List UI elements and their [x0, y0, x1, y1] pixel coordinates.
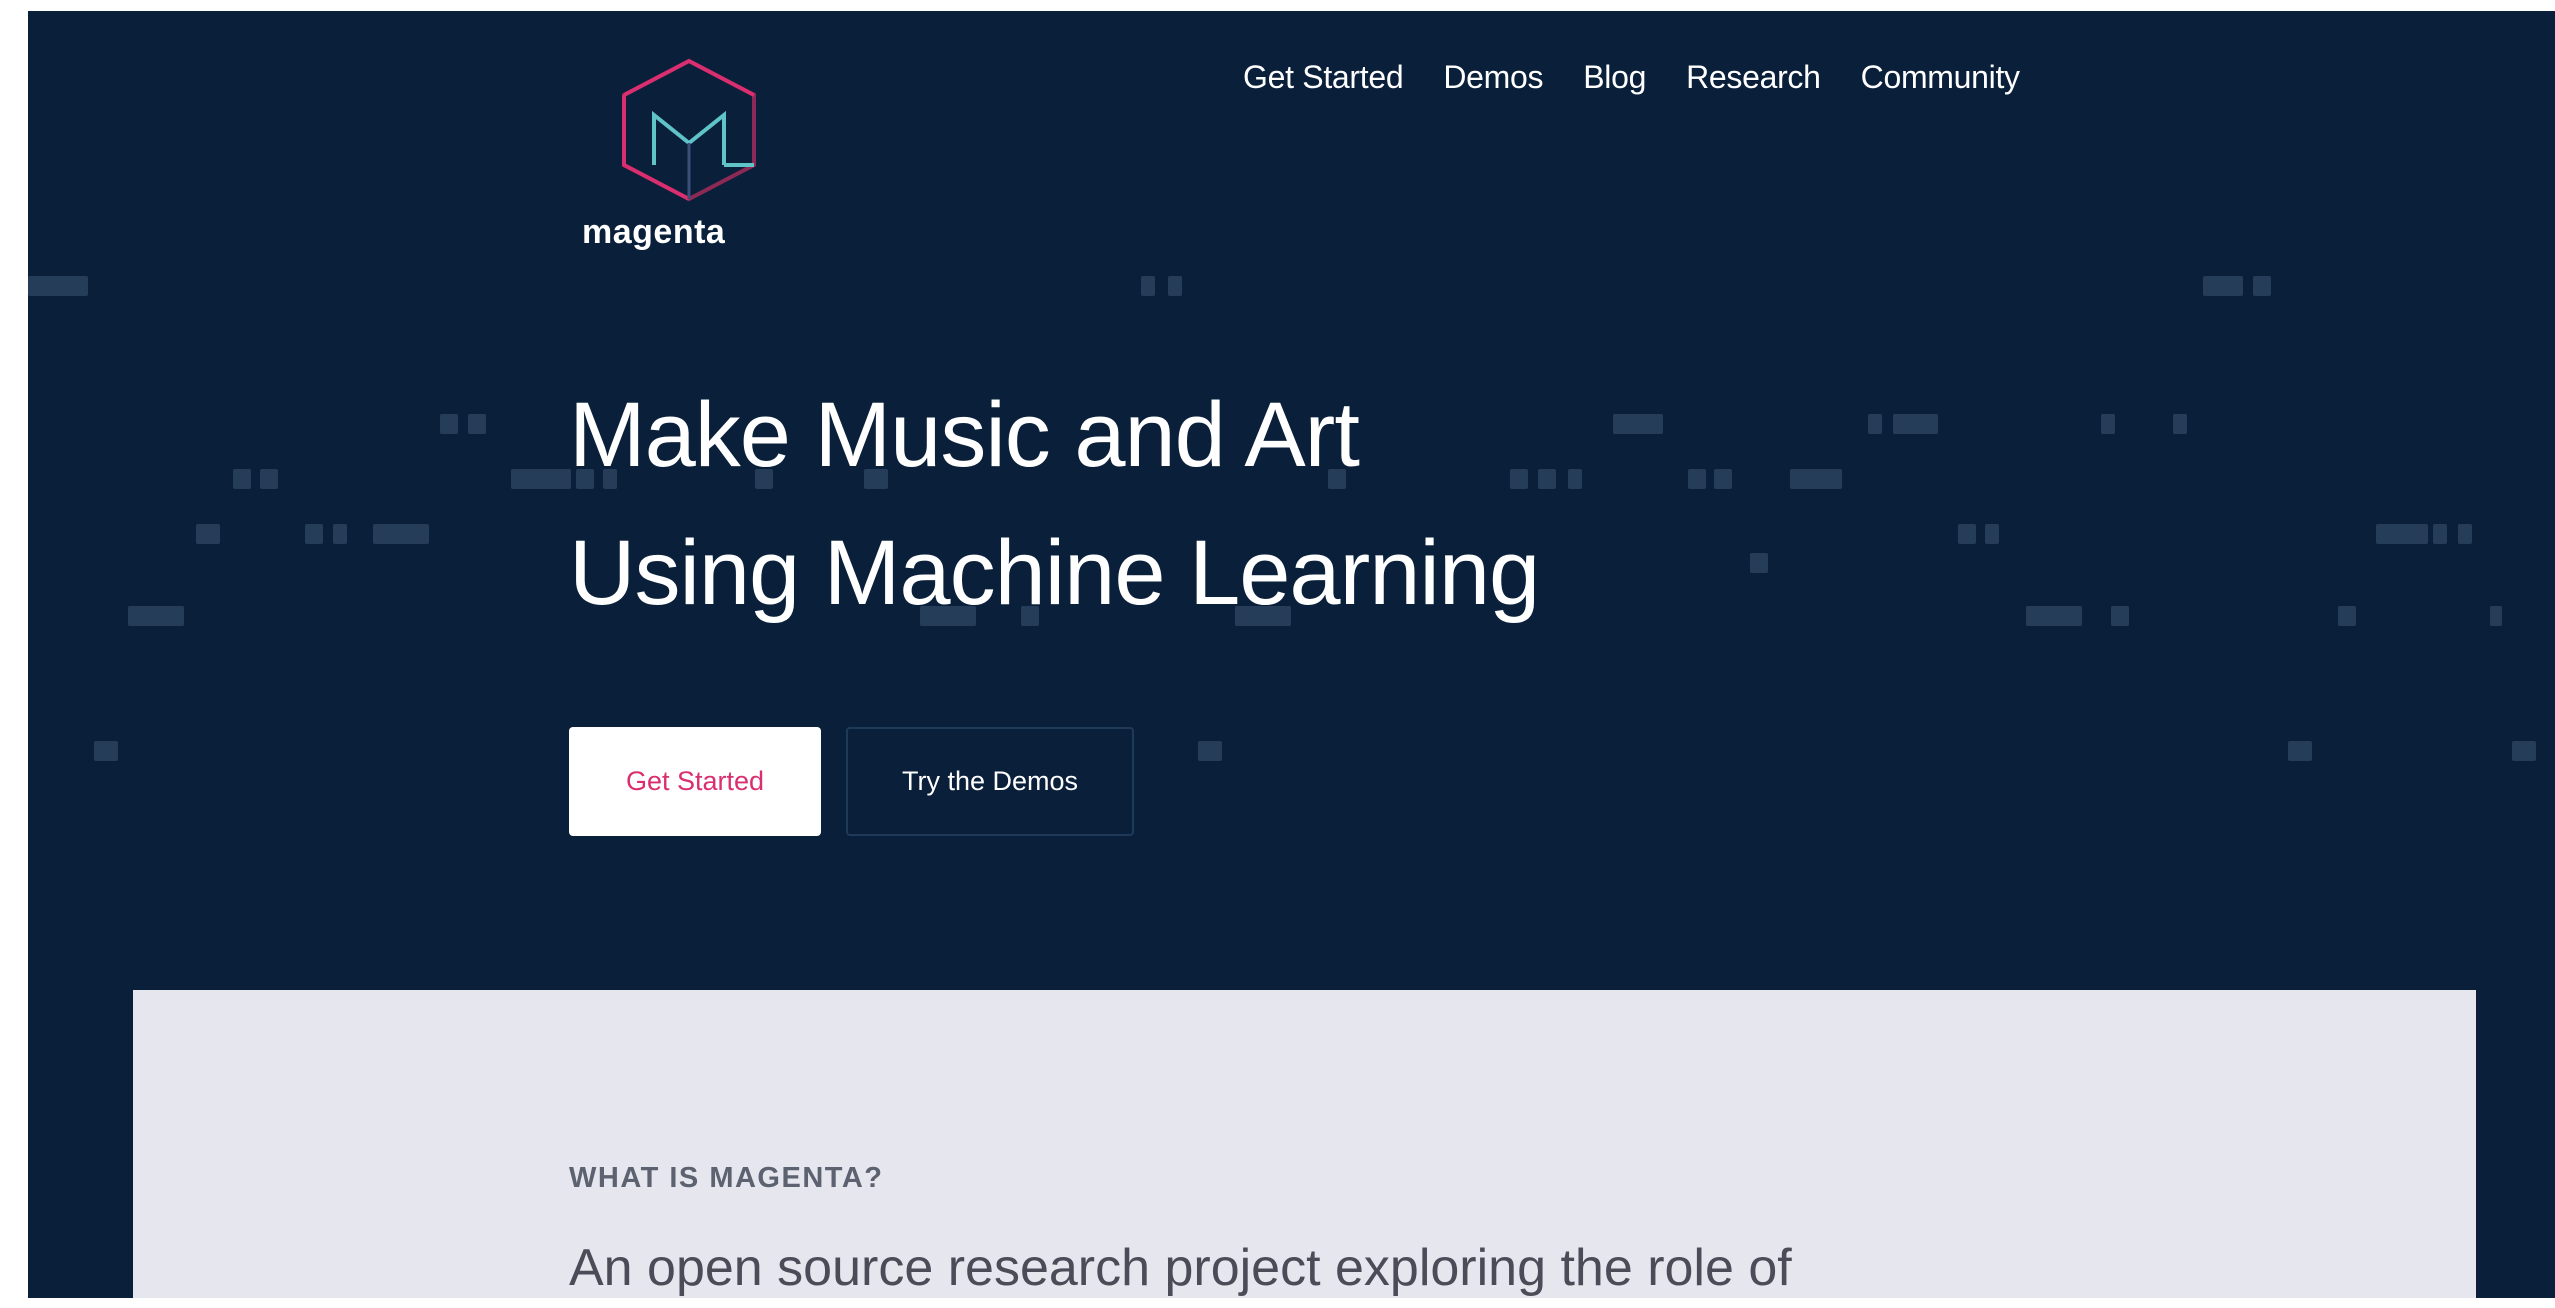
piano-roll-note [1568, 469, 1582, 489]
piano-roll-note [2458, 524, 2472, 544]
piano-roll-note [1714, 469, 1732, 489]
piano-roll-note [440, 414, 458, 434]
piano-roll-note [233, 469, 251, 489]
get-started-button[interactable]: Get Started [569, 727, 821, 836]
piano-roll-note [2253, 276, 2271, 296]
piano-roll-note [196, 524, 220, 544]
piano-roll-note [1141, 276, 1155, 296]
piano-roll-note [1893, 414, 1938, 434]
hero-headline-line-2: Using Machine Learning [569, 522, 1540, 624]
piano-roll-note [2203, 276, 2243, 296]
piano-roll-note [1985, 524, 1999, 544]
piano-roll-note [1198, 741, 1222, 761]
nav-blog[interactable]: Blog [1583, 59, 1646, 96]
piano-roll-note [2338, 606, 2356, 626]
piano-roll-note [2111, 606, 2129, 626]
piano-roll-note [468, 414, 486, 434]
piano-roll-note [2101, 414, 2115, 434]
piano-roll-note [1958, 524, 1976, 544]
page-viewport: magenta Get Started Demos Blog Research … [28, 11, 2555, 1298]
piano-roll-note [1613, 414, 1663, 434]
nav-demos[interactable]: Demos [1443, 59, 1543, 96]
piano-roll-note [2173, 414, 2187, 434]
nav-research[interactable]: Research [1686, 59, 1821, 96]
piano-roll-note [94, 741, 118, 761]
piano-roll-note [2288, 741, 2312, 761]
piano-roll-note [2490, 606, 2502, 626]
piano-roll-note [1168, 276, 1182, 296]
piano-roll-note [373, 524, 429, 544]
piano-roll-note [1750, 553, 1768, 573]
piano-roll-note [2376, 524, 2428, 544]
about-card: WHAT IS MAGENTA? An open source research… [133, 990, 2476, 1298]
about-intro: An open source research project explorin… [569, 1239, 1792, 1297]
nav-community[interactable]: Community [1861, 59, 2020, 96]
piano-roll-note [305, 524, 323, 544]
piano-roll-note [1868, 414, 1882, 434]
try-demos-button[interactable]: Try the Demos [846, 727, 1134, 836]
piano-roll-note [260, 469, 278, 489]
piano-roll-note [128, 606, 184, 626]
piano-roll-note [1790, 469, 1842, 489]
magenta-hexagon-logo-icon [622, 58, 756, 202]
piano-roll-note [1688, 469, 1706, 489]
piano-roll-note [28, 276, 88, 296]
piano-roll-note [2512, 741, 2536, 761]
piano-roll-note [2026, 606, 2082, 626]
piano-roll-note [2433, 524, 2447, 544]
piano-roll-note [333, 524, 347, 544]
piano-roll-note [1538, 469, 1556, 489]
logo-wordmark: magenta [582, 213, 726, 251]
site-logo[interactable]: magenta [578, 53, 778, 263]
nav-get-started[interactable]: Get Started [1243, 59, 1404, 96]
hero-headline-line-1: Make Music and Art [569, 384, 1360, 486]
about-eyebrow: WHAT IS MAGENTA? [569, 1162, 884, 1194]
top-nav: Get Started Demos Blog Research Communit… [1243, 59, 2020, 96]
piano-roll-note [511, 469, 571, 489]
hero-headline: Make Music and Art Using Machine Learnin… [569, 366, 1540, 642]
